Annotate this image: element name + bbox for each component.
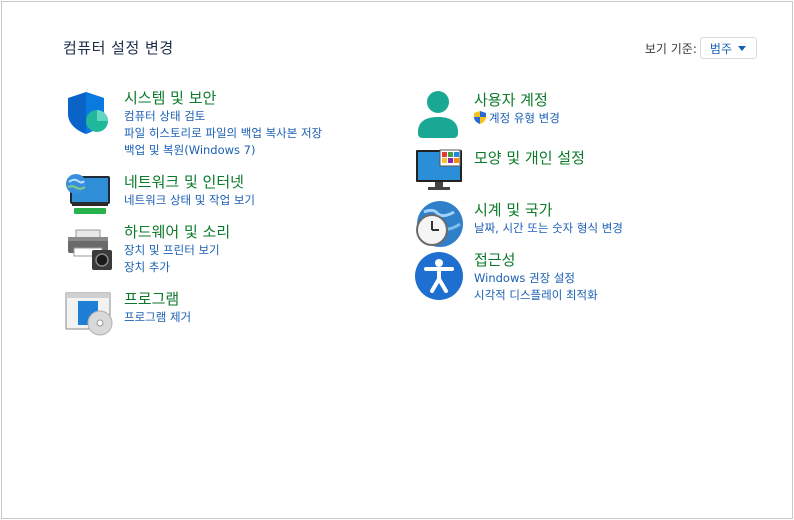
category-title-hardware-sound[interactable]: 하드웨어 및 소리	[124, 222, 230, 242]
accessibility-icon	[414, 250, 466, 300]
link-backup-restore[interactable]: 백업 및 복원(Windows 7)	[124, 142, 322, 159]
link-date-time-format[interactable]: 날짜, 시간 또는 숫자 형식 변경	[474, 220, 623, 237]
category-title-network-internet[interactable]: 네트워크 및 인터넷	[124, 172, 255, 192]
category-hardware-sound: 하드웨어 및 소리 장치 및 프린터 보기 장치 추가	[64, 222, 230, 276]
chevron-down-icon	[738, 45, 746, 51]
category-title-user-accounts[interactable]: 사용자 계정	[474, 90, 560, 110]
category-title-system-security[interactable]: 시스템 및 보안	[124, 88, 322, 108]
link-add-device[interactable]: 장치 추가	[124, 259, 230, 276]
category-title-clock-region[interactable]: 시계 및 국가	[474, 200, 623, 220]
view-by-dropdown[interactable]: 범주	[699, 37, 757, 59]
category-title-programs[interactable]: 프로그램	[124, 289, 191, 309]
view-by-label: 보기 기준:	[644, 41, 697, 56]
link-network-status[interactable]: 네트워크 상태 및 작업 보기	[124, 192, 255, 209]
link-optimize-display[interactable]: 시각적 디스플레이 최적화	[474, 287, 598, 304]
shield-icon	[64, 88, 116, 134]
link-uninstall-program[interactable]: 프로그램 제거	[124, 309, 191, 326]
control-panel-window: 컴퓨터 설정 변경 보기 기준: 범주 시스템 및 보안 컴퓨터 상태 검토 파…	[1, 1, 793, 519]
category-user-accounts: 사용자 계정 계정 유형 변경	[414, 90, 560, 138]
category-accessibility: 접근성 Windows 권장 설정 시각적 디스플레이 최적화	[414, 250, 598, 304]
link-change-account-type-label: 계정 유형 변경	[489, 111, 560, 125]
category-clock-region: 시계 및 국가 날짜, 시간 또는 숫자 형식 변경	[414, 200, 623, 247]
user-account-icon	[414, 90, 466, 138]
clock-globe-icon	[414, 200, 466, 247]
uac-shield-icon	[474, 111, 486, 124]
link-review-status[interactable]: 컴퓨터 상태 검토	[124, 108, 322, 125]
link-change-account-type[interactable]: 계정 유형 변경	[474, 110, 560, 127]
link-devices-printers[interactable]: 장치 및 프린터 보기	[124, 242, 230, 259]
category-system-security: 시스템 및 보안 컴퓨터 상태 검토 파일 히스토리로 파일의 백업 복사본 저…	[64, 88, 322, 159]
view-by: 보기 기준: 범주	[645, 37, 757, 59]
appearance-icon	[414, 148, 466, 194]
programs-icon	[64, 289, 116, 336]
link-file-history[interactable]: 파일 히스토리로 파일의 백업 복사본 저장	[124, 125, 322, 142]
network-icon	[64, 172, 116, 218]
printer-icon	[64, 222, 116, 270]
category-title-appearance[interactable]: 모양 및 개인 설정	[474, 148, 585, 168]
page-title: 컴퓨터 설정 변경	[63, 39, 174, 57]
link-windows-recommended[interactable]: Windows 권장 설정	[474, 270, 598, 287]
category-programs: 프로그램 프로그램 제거	[64, 289, 191, 336]
category-appearance: 모양 및 개인 설정	[414, 148, 585, 194]
view-by-value: 범주	[709, 41, 732, 56]
category-network-internet: 네트워크 및 인터넷 네트워크 상태 및 작업 보기	[64, 172, 255, 218]
category-title-accessibility[interactable]: 접근성	[474, 250, 598, 270]
